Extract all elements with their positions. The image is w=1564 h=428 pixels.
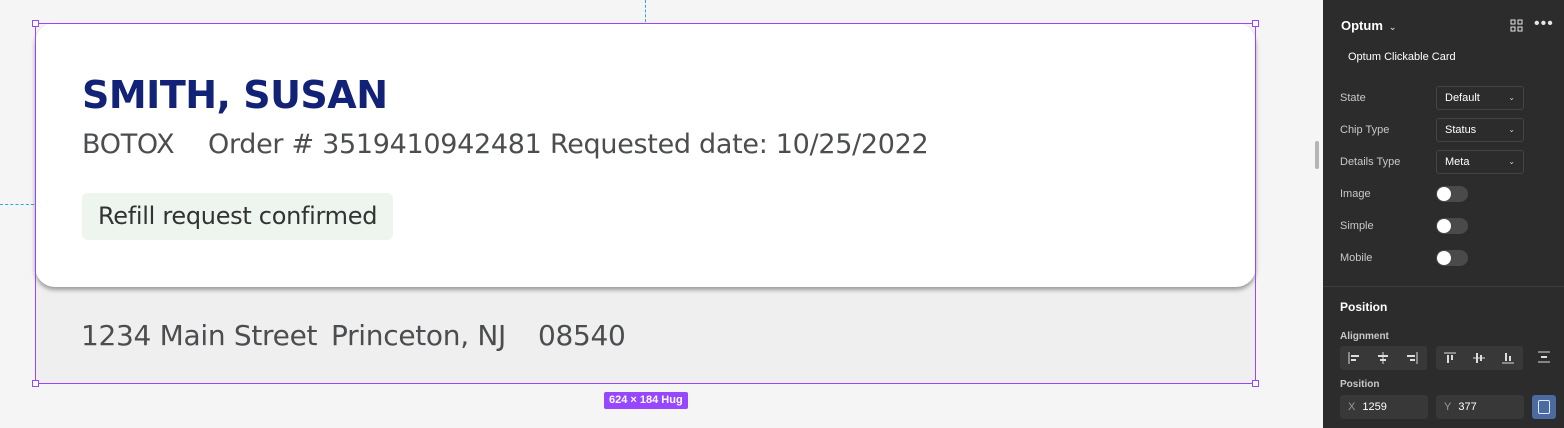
- prop-label-image: Image: [1340, 188, 1371, 200]
- x-value: 1259: [1362, 401, 1387, 413]
- vertical-guide: [645, 0, 646, 22]
- x-position-input[interactable]: X 1259: [1340, 395, 1428, 419]
- align-bottom-icon: [1502, 353, 1514, 364]
- frame-icon: [1538, 400, 1550, 414]
- image-toggle[interactable]: [1436, 186, 1468, 202]
- prop-label-state: State: [1340, 92, 1366, 104]
- vertical-alignment-group: [1436, 346, 1523, 370]
- align-middle-button[interactable]: [1465, 346, 1494, 370]
- chevron-down-icon: ⌄: [1388, 22, 1397, 32]
- align-center-h-button[interactable]: [1369, 346, 1398, 370]
- size-badge: 624 × 184 Hug: [604, 392, 688, 409]
- position-section-title: Position: [1340, 300, 1388, 314]
- constraints-button[interactable]: [1532, 395, 1556, 419]
- state-value: Default: [1445, 92, 1480, 104]
- chip-type-value: Status: [1445, 124, 1477, 136]
- horizontal-alignment-group: [1340, 346, 1427, 370]
- align-left-icon: [1348, 352, 1359, 364]
- chip-type-select[interactable]: Status ⌄: [1436, 118, 1524, 142]
- simple-toggle[interactable]: [1436, 218, 1468, 234]
- prop-label-mobile: Mobile: [1340, 252, 1373, 264]
- prop-label-chip-type: Chip Type: [1340, 124, 1390, 136]
- resize-handle-top-right[interactable]: [1252, 20, 1259, 27]
- library-name: Optum: [1341, 18, 1383, 33]
- toggle-knob: [1437, 187, 1451, 201]
- chevron-down-icon: ⌄: [1508, 157, 1515, 166]
- state-select[interactable]: Default ⌄: [1436, 86, 1524, 110]
- resize-handle-bottom-left[interactable]: [32, 380, 39, 387]
- panel-resize-handle[interactable]: [1315, 141, 1319, 169]
- align-top-button[interactable]: [1436, 346, 1465, 370]
- chevron-down-icon: ⌄: [1508, 93, 1515, 102]
- resize-handle-bottom-right[interactable]: [1252, 380, 1259, 387]
- selection-frame: [32, 20, 1259, 387]
- grid-icon[interactable]: [1510, 19, 1523, 32]
- alignment-label: Alignment: [1340, 331, 1389, 342]
- mobile-toggle[interactable]: [1436, 250, 1468, 266]
- properties-panel: Optum ⌄ ••• Optum Clickable Card State De…: [1323, 0, 1564, 428]
- y-value: 377: [1458, 401, 1477, 413]
- toggle-knob: [1437, 251, 1451, 265]
- align-middle-icon: [1473, 353, 1485, 363]
- chevron-down-icon: ⌄: [1508, 125, 1515, 134]
- align-center-h-icon: [1378, 352, 1388, 364]
- library-selector[interactable]: Optum ⌄: [1341, 18, 1396, 33]
- position-label: Position: [1340, 379, 1380, 390]
- horizontal-guide: [0, 204, 34, 205]
- toggle-knob: [1437, 219, 1451, 233]
- y-position-input[interactable]: Y 377: [1436, 395, 1524, 419]
- align-right-button[interactable]: [1398, 346, 1427, 370]
- details-type-value: Meta: [1445, 156, 1470, 168]
- prop-label-details-type: Details Type: [1340, 156, 1401, 168]
- resize-handle-top-left[interactable]: [32, 20, 39, 27]
- design-canvas[interactable]: 1234 Main Street Princeton, NJ 08540 SMI…: [0, 0, 1323, 428]
- y-axis-label: Y: [1444, 401, 1452, 413]
- details-type-select[interactable]: Meta ⌄: [1436, 150, 1524, 174]
- distribute-icon[interactable]: [1537, 350, 1551, 364]
- align-bottom-button[interactable]: [1494, 346, 1523, 370]
- x-axis-label: X: [1348, 401, 1356, 413]
- align-top-icon: [1444, 352, 1456, 363]
- align-right-icon: [1407, 352, 1418, 364]
- section-divider: [1323, 286, 1564, 287]
- more-icon[interactable]: •••: [1534, 15, 1554, 33]
- component-name: Optum Clickable Card: [1348, 51, 1456, 63]
- align-left-button[interactable]: [1340, 346, 1369, 370]
- prop-label-simple: Simple: [1340, 220, 1374, 232]
